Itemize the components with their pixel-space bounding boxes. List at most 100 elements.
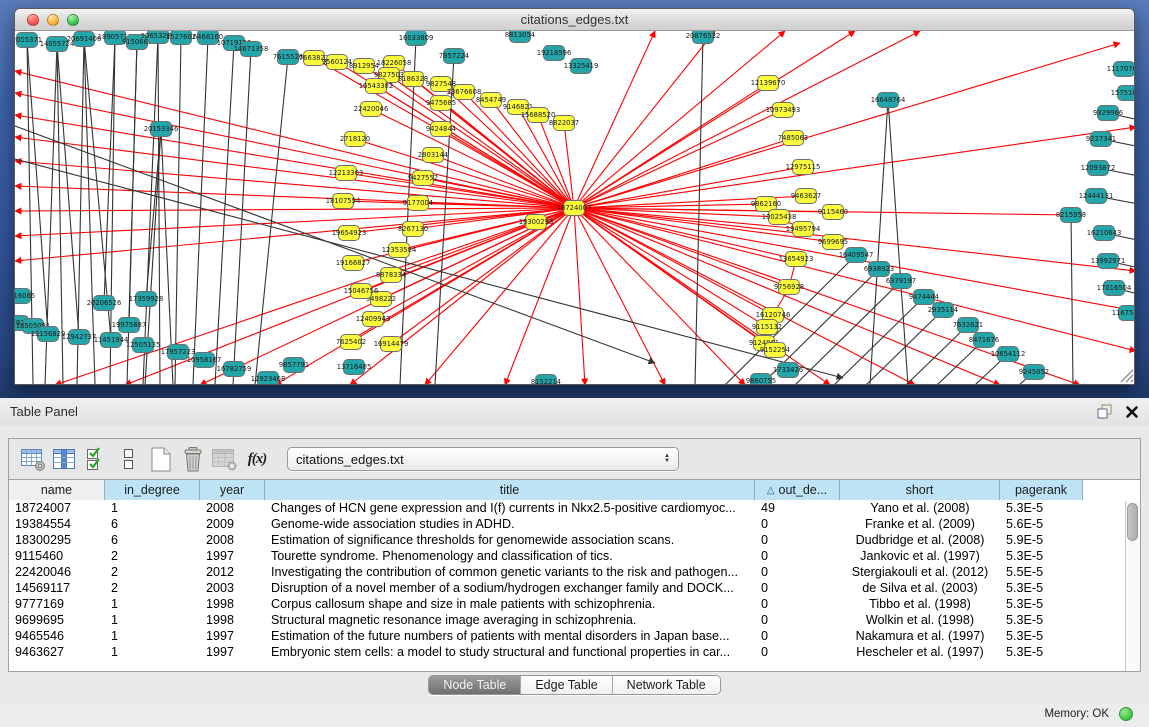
graph-node[interactable]: 12353584 [382, 243, 417, 258]
column-header-label: name [41, 483, 72, 497]
graph-node[interactable]: 9474444 [909, 290, 939, 305]
graph-node[interactable]: 12505135 [126, 338, 161, 353]
graph-node[interactable]: 13325419 [564, 59, 599, 74]
graph-node[interactable]: 1527602 [166, 31, 196, 45]
table-cell: 1 [105, 612, 200, 628]
table-row[interactable]: 1830029562008Estimation of significance … [9, 532, 1140, 548]
float-panel-icon[interactable] [1096, 403, 1113, 420]
graph-node[interactable]: 13654923 [779, 252, 814, 267]
window-resize-grip[interactable] [1116, 365, 1134, 383]
graph-node[interactable]: 8471676 [969, 333, 999, 348]
window-titlebar[interactable]: citations_edges.txt [15, 9, 1134, 31]
graph-node-label: 20206526 [87, 299, 122, 307]
graph-node-label: 14671358 [234, 45, 269, 53]
table-row[interactable]: 1456911722003Disruption of a novel membe… [9, 580, 1140, 596]
graph-node[interactable]: 16648764 [871, 93, 906, 108]
network-selector-dropdown[interactable]: citations_edges.txt ▲▼ [287, 447, 679, 471]
column-header-out_de[interactable]: △out_de... [755, 480, 840, 500]
graph-node[interactable]: 9424844 [426, 122, 456, 137]
column-header-title[interactable]: title [265, 480, 755, 500]
graph-node[interactable]: 12975115 [786, 160, 821, 175]
graph-node[interactable]: 9857791 [279, 358, 309, 373]
graph-node[interactable]: 12942737 [62, 330, 97, 345]
graph-node-label: 8152214 [531, 378, 561, 385]
graph-node[interactable]: 19166827 [336, 256, 371, 271]
table-row[interactable]: 977716911998Corpus callosum shape and si… [9, 596, 1140, 612]
graph-node[interactable]: 17016504 [1097, 281, 1132, 296]
graph-node[interactable]: 17359928 [129, 292, 164, 307]
graph-node[interactable]: 2055371 [15, 33, 42, 48]
scrollbar-thumb[interactable] [1127, 503, 1138, 541]
function-builder-button[interactable]: f(x) [241, 444, 273, 474]
graph-node[interactable]: 16033809 [399, 31, 434, 46]
graph-node[interactable]: 7632621 [953, 318, 983, 333]
graph-node[interactable]: 7625402 [336, 335, 366, 350]
graph-node[interactable]: 11451944 [94, 333, 129, 348]
table-row[interactable]: 946554611997Estimation of the future num… [9, 628, 1140, 644]
select-all-button[interactable] [81, 444, 113, 474]
graph-node[interactable]: 9699695 [818, 235, 848, 250]
graph-node[interactable]: 2718120 [340, 132, 370, 147]
graph-node[interactable]: 22420046 [354, 102, 389, 117]
graph-node[interactable]: 8152214 [531, 375, 561, 386]
table-cell: Investigating the contribution of common… [265, 564, 755, 580]
column-header-in_degree[interactable]: in_degree [105, 480, 200, 500]
graph-node[interactable]: 11170767 [1107, 62, 1135, 77]
tab-edge-table[interactable]: Edge Table [521, 676, 612, 694]
graph-node[interactable]: 8215958 [1056, 208, 1086, 223]
graph-node[interactable]: 19218596 [537, 46, 572, 61]
graph-edge [505, 208, 574, 385]
column-header-name[interactable]: name [9, 480, 105, 500]
delete-table-button-disabled[interactable] [209, 444, 241, 474]
column-header-pagerank[interactable]: pagerank [1000, 480, 1083, 500]
graph-node[interactable]: 16914479 [374, 337, 409, 352]
graph-node[interactable]: 1733426 [773, 363, 803, 378]
graph-node[interactable]: 20876532 [686, 31, 721, 44]
network-canvas[interactable]: 2055371140557242069140618905719915066310… [15, 31, 1135, 385]
table-row[interactable]: 1938455462009Genome-wide association stu… [9, 516, 1140, 532]
close-panel-icon[interactable] [1125, 405, 1139, 419]
graph-node[interactable]: 8878334 [376, 268, 406, 283]
show-column-button[interactable] [49, 444, 81, 474]
graph-node[interactable]: 20153346 [144, 122, 179, 137]
graph-node[interactable]: 15751874 [1111, 86, 1135, 101]
tab-network-table[interactable]: Network Table [613, 676, 720, 694]
table-cell: Embryonic stem cells: a model to study s… [265, 644, 755, 660]
tab-node-table[interactable]: Node Table [429, 676, 521, 694]
graph-node[interactable]: 9115460 [818, 205, 848, 220]
unselect-all-button[interactable] [113, 444, 145, 474]
graph-node[interactable]: 2516065 [15, 289, 35, 304]
graph-node[interactable]: 9463627 [791, 189, 821, 204]
graph-node[interactable]: 6938923 [864, 262, 894, 277]
table-row[interactable]: 2242004622012Investigating the contribut… [9, 564, 1140, 580]
graph-node[interactable]: 19975887 [112, 318, 147, 333]
column-header-year[interactable]: year [200, 480, 265, 500]
graph-node-label: 16782759 [217, 365, 252, 373]
graph-node[interactable]: 7485063 [778, 131, 808, 146]
graph-node[interactable]: 12093872 [1081, 161, 1116, 176]
delete-column-button[interactable] [177, 444, 209, 474]
graph-node[interactable]: 16210643 [1087, 226, 1122, 241]
column-header-short[interactable]: short [840, 480, 1000, 500]
graph-node[interactable]: 12444131 [1079, 189, 1114, 204]
graph-node[interactable]: 11675300 [1112, 306, 1135, 321]
graph-node[interactable]: 18107554 [326, 194, 361, 209]
graph-node[interactable]: 12409943 [356, 312, 391, 327]
table-scrollbar[interactable] [1125, 501, 1140, 671]
memory-status-indicator[interactable] [1119, 707, 1133, 721]
graph-node[interactable]: 7857224 [439, 49, 469, 64]
column-settings-button[interactable] [17, 444, 49, 474]
table-cell: 9463627 [9, 644, 105, 660]
table-row[interactable]: 911546021997Tourette syndrome. Phenomeno… [9, 548, 1140, 564]
graph-node[interactable]: 6379197 [886, 274, 916, 289]
graph-node[interactable]: 9329966 [1093, 106, 1123, 121]
graph-node[interactable]: 10654112 [991, 347, 1026, 362]
graph-node[interactable]: 8813054 [505, 31, 535, 43]
graph-node[interactable]: 9756928 [774, 280, 804, 295]
table-row[interactable]: 946362711997Embryonic stem cells: a mode… [9, 644, 1140, 660]
create-column-button[interactable] [145, 444, 177, 474]
table-row[interactable]: 1872400712008Changes of HCN gene express… [9, 500, 1140, 516]
graph-node[interactable]: 16409547 [839, 248, 874, 263]
graph-node[interactable]: 9245052 [1019, 365, 1049, 380]
table-row[interactable]: 969969511998Structural magnetic resonanc… [9, 612, 1140, 628]
